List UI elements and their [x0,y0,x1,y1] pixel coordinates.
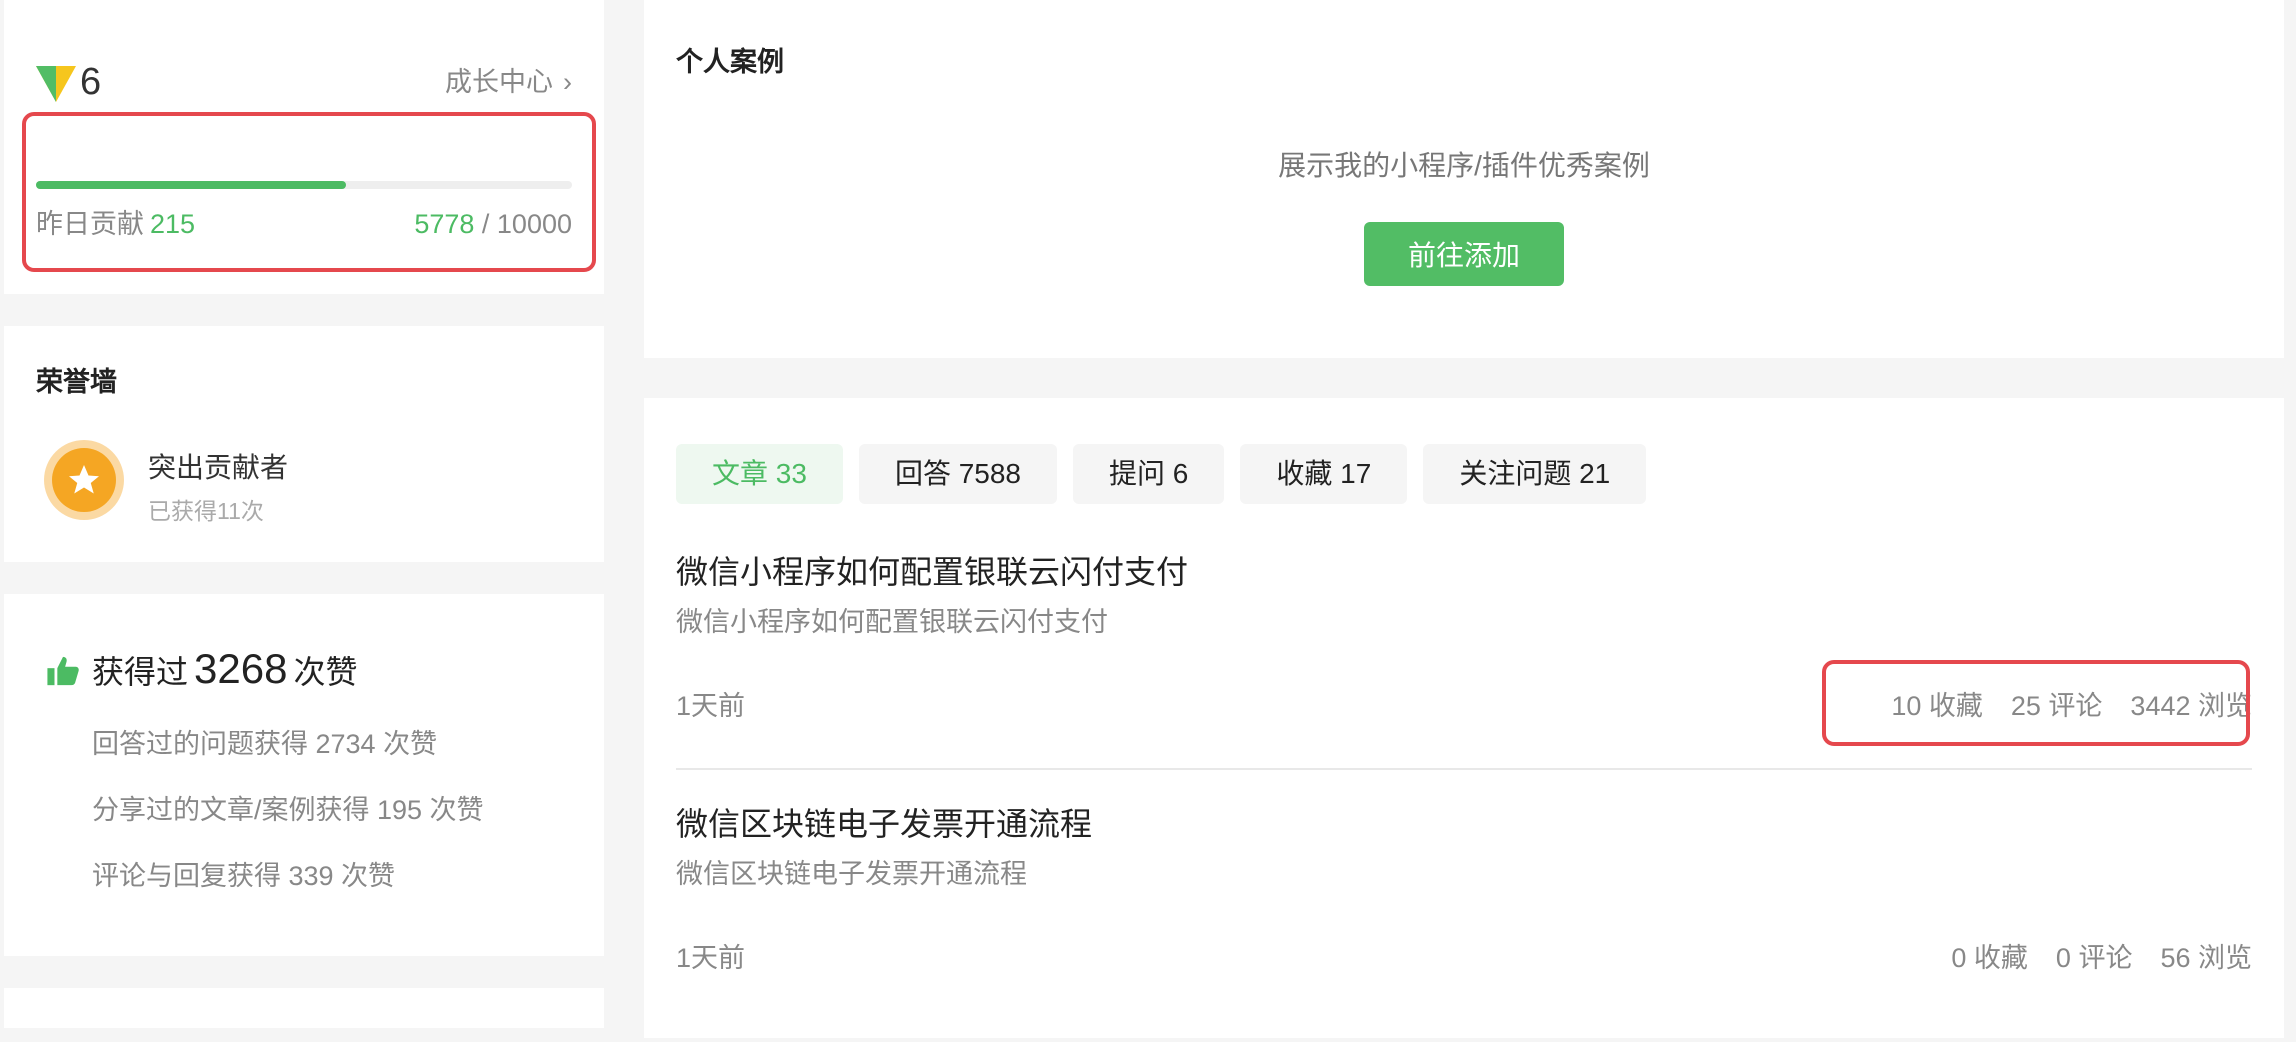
level-highlight-box [22,112,596,272]
tab-questions[interactable]: 提问 6 [1073,444,1225,504]
article-item[interactable]: 微信区块链电子发票开通流程 微信区块链电子发票开通流程 1天前 0 收藏 0 评论… [676,802,2252,1042]
article-favorites: 0 收藏 [1951,943,2028,973]
growth-center-label: 成长中心 [445,67,553,97]
tab-answers[interactable]: 回答 7588 [858,444,1058,504]
article-description: 微信区块链电子发票开通流程 [676,859,1027,889]
article-time: 1天前 [676,691,746,721]
likes-card: 获得过 3268 次赞 回答过的问题获得 2734 次赞 分享过的文章/案例获得 1… [4,594,604,956]
content-card: 文章 33 回答 7588 提问 6 收藏 17 关注问题 21 微信小程序如何… [644,398,2284,1038]
tab-followed-questions[interactable]: 关注问题 21 [1423,444,1647,504]
level-card: 6 成长中心 › 昨日贡献 215 5778 / 10000 [4,0,604,294]
tab-favorites[interactable]: 收藏 17 [1240,444,1408,504]
likes-articles: 分享过的文章/案例获得 195 次赞 [92,795,484,825]
chevron-right-icon: › [563,67,572,97]
level-progress-bar [36,181,572,189]
article-time: 1天前 [676,943,746,973]
personal-case-title: 个人案例 [676,47,784,77]
contribution-target: / 10000 [474,209,572,239]
contribution-total: 5778 / 10000 [414,206,572,242]
honor-wall-card: 荣誉墙 突出贡献者 已获得11次 [4,326,604,562]
article-comments: 0 评论 [2055,943,2133,973]
left-bottom-card [4,988,604,1028]
level-row: 6 成长中心 › [36,56,572,104]
likes-suffix: 次赞 [293,654,358,690]
yesterday-value: 215 [150,209,196,239]
tab-articles[interactable]: 文章 33 [676,444,843,504]
article-views: 56 浏览 [2160,943,2252,973]
article-divider [676,768,2252,770]
article-description: 微信小程序如何配置银联云闪付支付 [676,607,1108,637]
likes-prefix: 获得过 [92,654,189,690]
yesterday-label: 昨日贡献 [36,209,144,239]
likes-summary: 获得过 3268 次赞 [92,644,357,697]
badge-name: 突出贡献者 [148,452,289,483]
level-progress-fill [36,181,346,189]
honor-wall-title: 荣誉墙 [36,367,117,397]
stats-highlight-box [1822,660,2250,746]
add-case-button[interactable]: 前往添加 [1364,222,1564,286]
article-title[interactable]: 微信小程序如何配置银联云闪付支付 [676,550,1188,594]
personal-case-description: 展示我的小程序/插件优秀案例 [1278,150,1650,181]
thumbs-up-icon [47,656,79,686]
content-tabs: 文章 33 回答 7588 提问 6 收藏 17 关注问题 21 [676,444,1662,504]
article-stats: 0 收藏 0 评论 56 浏览 [1923,938,2252,978]
likes-comments: 评论与回复获得 339 次赞 [92,861,396,891]
badge-count: 已获得11次 [148,498,264,524]
level-number: 6 [80,61,102,103]
growth-center-link[interactable]: 成长中心 › [445,64,572,100]
level-logo-icon [36,66,76,102]
yesterday-contribution: 昨日贡献 215 [36,206,195,242]
star-icon [69,465,99,494]
article-title[interactable]: 微信区块链电子发票开通流程 [676,802,1092,846]
personal-case-card: 个人案例 展示我的小程序/插件优秀案例 前往添加 [644,0,2284,358]
likes-total: 3268 [194,645,288,692]
likes-answers: 回答过的问题获得 2734 次赞 [92,729,438,759]
contribution-current: 5778 [414,209,475,239]
medal-inner [52,448,116,512]
medal-icon [44,440,124,520]
